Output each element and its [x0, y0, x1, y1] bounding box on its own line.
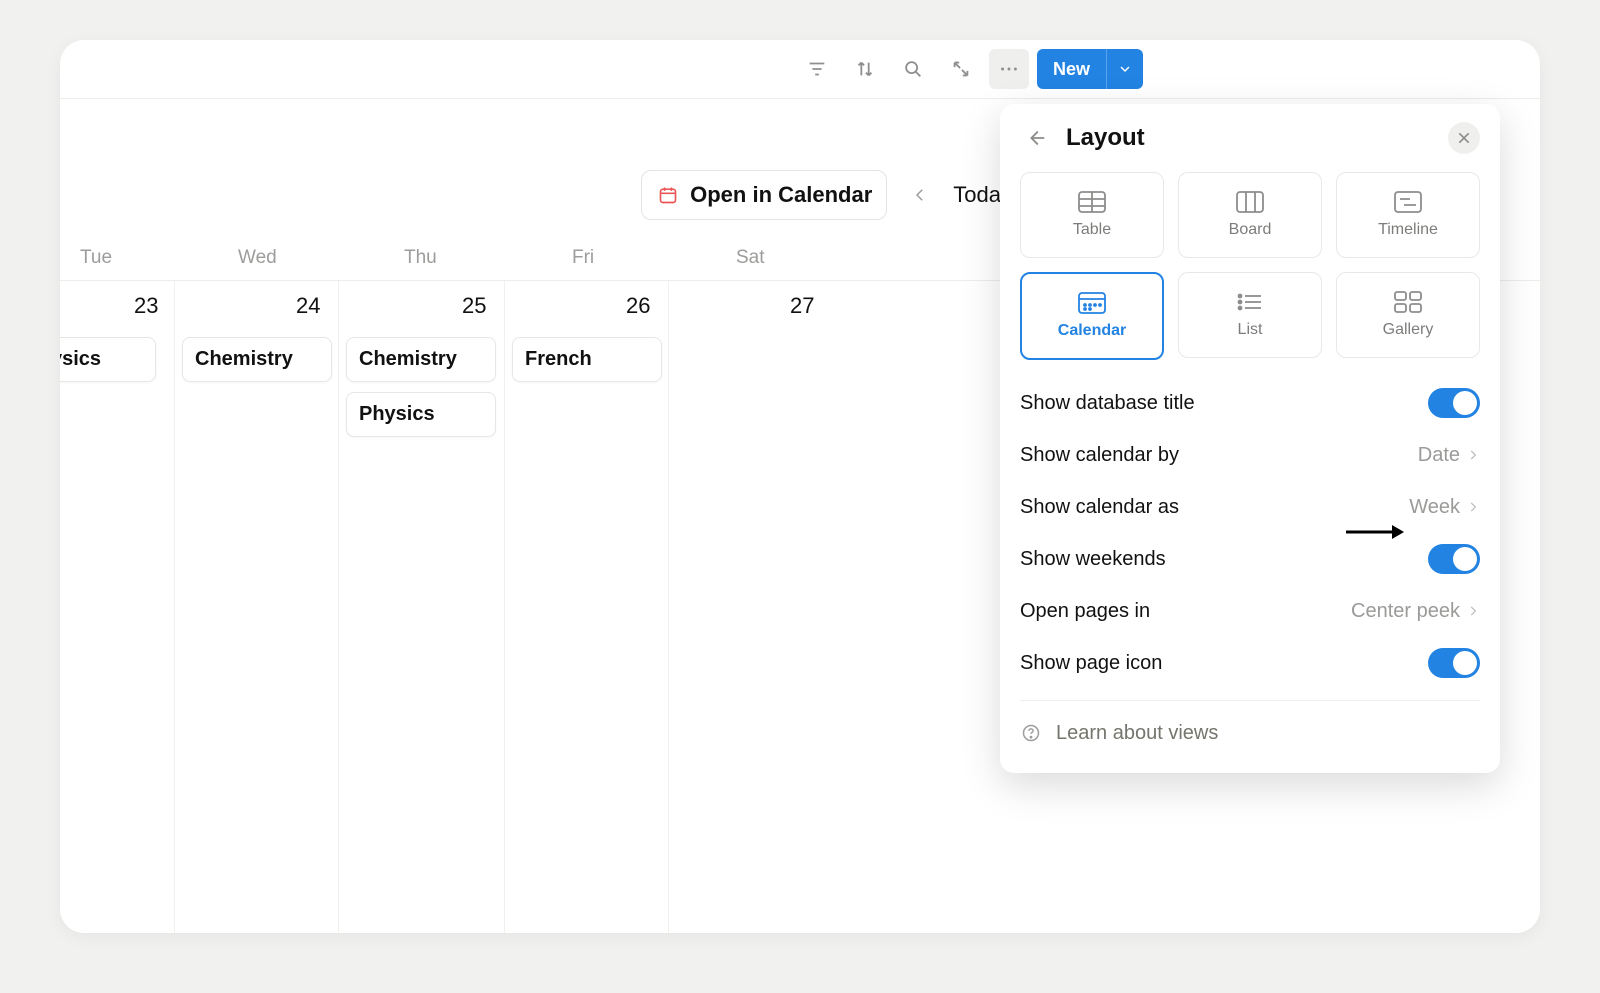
- event-item[interactable]: ysics: [60, 337, 156, 382]
- calendar-icon: [1078, 292, 1106, 314]
- view-list[interactable]: List: [1178, 272, 1322, 358]
- event-item[interactable]: Chemistry: [346, 337, 496, 382]
- chevron-right-icon: [1466, 448, 1480, 462]
- event-item[interactable]: Chemistry: [182, 337, 332, 382]
- learn-about-views-link[interactable]: Learn about views: [1020, 715, 1480, 751]
- event-item[interactable]: French: [512, 337, 662, 382]
- open-in-calendar-button[interactable]: Open in Calendar: [641, 170, 887, 220]
- list-icon: [1236, 291, 1264, 313]
- view-table[interactable]: Table: [1020, 172, 1164, 258]
- new-dropdown[interactable]: [1106, 49, 1143, 89]
- view-calendar[interactable]: Calendar: [1020, 272, 1164, 360]
- day-header-wed: Wed: [238, 247, 277, 269]
- filter-icon[interactable]: [797, 49, 837, 89]
- option-show-weekends[interactable]: Show weekends: [1020, 536, 1480, 582]
- close-button[interactable]: [1448, 122, 1480, 154]
- database-toolbar: New: [60, 40, 1540, 98]
- day-header-fri: Fri: [572, 247, 594, 269]
- table-icon: [1078, 191, 1106, 213]
- option-show-database-title[interactable]: Show database title: [1020, 380, 1480, 426]
- timeline-icon: [1394, 191, 1422, 213]
- toggle-on[interactable]: [1428, 388, 1480, 418]
- calendar-app-icon: [656, 183, 680, 207]
- layout-popover: Layout Table Board Timeline: [1000, 104, 1500, 773]
- app-card: New Open in Calendar Today: [60, 40, 1540, 933]
- toggle-on[interactable]: [1428, 544, 1480, 574]
- toggle-on[interactable]: [1428, 648, 1480, 678]
- date-tue: 23: [134, 293, 158, 319]
- event-item[interactable]: Physics: [346, 392, 496, 437]
- day-header-sat: Sat: [736, 247, 765, 269]
- option-show-page-icon[interactable]: Show page icon: [1020, 640, 1480, 686]
- search-icon[interactable]: [893, 49, 933, 89]
- new-button[interactable]: New: [1037, 49, 1106, 89]
- sort-icon[interactable]: [845, 49, 885, 89]
- more-icon[interactable]: [989, 49, 1029, 89]
- day-header-thu: Thu: [404, 247, 437, 269]
- chevron-right-icon: [1466, 604, 1480, 618]
- help-icon: [1020, 722, 1042, 744]
- prev-week-button[interactable]: [905, 177, 935, 213]
- option-show-calendar-by[interactable]: Show calendar by Date: [1020, 432, 1480, 478]
- option-open-pages-in[interactable]: Open pages in Center peek: [1020, 588, 1480, 634]
- day-header-tue: Tue: [80, 247, 112, 269]
- expand-icon[interactable]: [941, 49, 981, 89]
- date-fri: 26: [626, 293, 650, 319]
- option-show-calendar-as[interactable]: Show calendar as Week: [1020, 484, 1480, 530]
- view-timeline[interactable]: Timeline: [1336, 172, 1480, 258]
- open-in-calendar-label: Open in Calendar: [690, 182, 872, 208]
- view-gallery[interactable]: Gallery: [1336, 272, 1480, 358]
- date-thu: 25: [462, 293, 486, 319]
- view-board[interactable]: Board: [1178, 172, 1322, 258]
- popover-title: Layout: [1066, 124, 1434, 152]
- chevron-right-icon: [1466, 500, 1480, 514]
- board-icon: [1236, 191, 1264, 213]
- date-wed: 24: [296, 293, 320, 319]
- back-button[interactable]: [1020, 122, 1052, 154]
- gallery-icon: [1394, 291, 1422, 313]
- view-type-grid: Table Board Timeline Calendar List: [1020, 172, 1480, 360]
- date-sat: 27: [790, 293, 814, 319]
